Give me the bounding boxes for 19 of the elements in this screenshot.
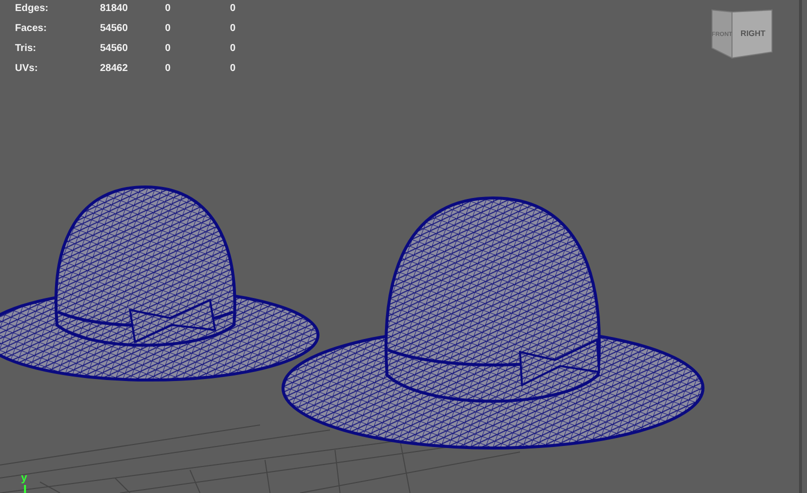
axis-label: y xyxy=(21,472,28,484)
stat-label: Faces: xyxy=(15,22,48,36)
stat-value: 81840 xyxy=(100,2,129,16)
stat-label: UVs: xyxy=(15,62,39,76)
y-axis-line xyxy=(24,485,26,493)
view-cube-face-label: RIGHT xyxy=(740,29,766,38)
stat-value: 54560 xyxy=(100,22,129,36)
stat-value: 0 xyxy=(165,62,172,76)
stat-value: 0 xyxy=(165,2,172,16)
stat-label: Tris: xyxy=(15,42,38,56)
stat-value: 0 xyxy=(230,2,237,16)
stat-value: 0 xyxy=(230,62,237,76)
stat-label: Edges: xyxy=(15,2,50,16)
stat-value: 0 xyxy=(230,42,237,56)
stat-value: 0 xyxy=(165,22,172,36)
stat-value: 54560 xyxy=(100,42,129,56)
stat-value: 0 xyxy=(165,42,172,56)
stat-value: 28462 xyxy=(100,62,129,76)
stat-value: 0 xyxy=(230,22,237,36)
